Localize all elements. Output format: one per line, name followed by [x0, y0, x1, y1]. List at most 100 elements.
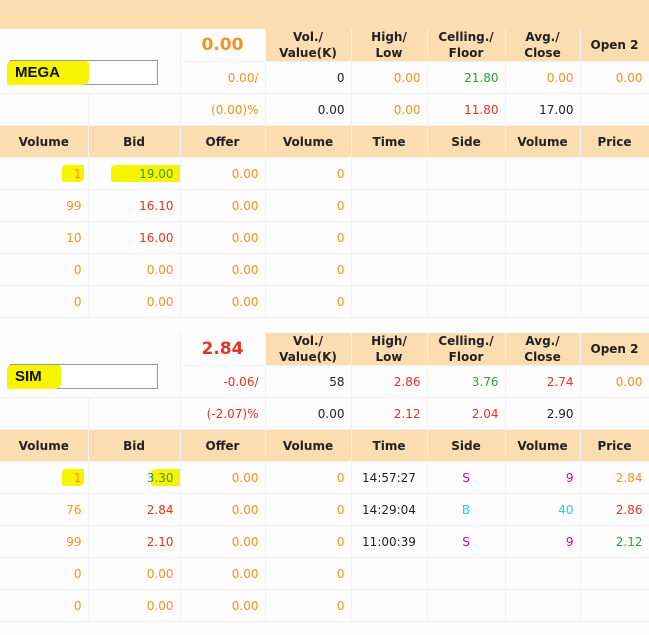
bid-volume: 76 — [0, 493, 89, 526]
low-value: 0.00 — [351, 93, 428, 126]
col-side: Side — [427, 430, 506, 462]
offer-volume: 0 — [265, 253, 352, 286]
offer-price: 0.00 — [180, 221, 266, 254]
bid-volume: 10 — [0, 221, 89, 254]
bid-volume: 0 — [0, 557, 89, 590]
offer-price: 0.00 — [180, 189, 266, 222]
deal-side — [427, 157, 506, 190]
deal-time — [351, 285, 428, 318]
col-time: Time — [351, 430, 428, 462]
header-ceiling-floor: Celling./ Floor — [427, 333, 506, 366]
top-bar — [0, 0, 649, 29]
col-bid-volume: Volume — [0, 430, 89, 462]
header-open2: Open 2 — [580, 333, 649, 366]
deal-volume: 9 — [505, 525, 581, 558]
bid-volume: 99 — [0, 189, 89, 222]
header-high-low: High/ Low — [351, 29, 428, 62]
deal-volume — [505, 157, 581, 190]
header-avg-close: Avg./ Close — [505, 333, 581, 366]
col-deal-volume: Volume — [505, 430, 581, 462]
col-price: Price — [580, 430, 649, 462]
value-k: 0.00 — [265, 397, 352, 430]
avg-value: 0.00 — [505, 61, 581, 94]
symbol-input[interactable]: MEGA — [7, 59, 158, 85]
empty-cell — [0, 397, 89, 430]
deal-price — [580, 253, 649, 286]
offer-price: 0.00 — [180, 285, 266, 318]
deal-side — [427, 221, 506, 254]
header-ceiling-floor: Celling./ Floor — [427, 29, 506, 62]
col-side: Side — [427, 126, 506, 158]
table-row: 0 0.00 0.00 0 — [0, 253, 649, 286]
floor-value: 11.80 — [427, 93, 506, 126]
offer-volume: 0 — [265, 525, 352, 558]
floor-value: 2.04 — [427, 397, 506, 430]
open2-value: 0.00 — [580, 61, 649, 94]
bid-volume: 1 — [0, 157, 89, 190]
bid-price: 2.84 — [88, 493, 181, 526]
header-open2: Open 2 — [580, 29, 649, 62]
empty-cell — [580, 397, 649, 430]
bid-price: 0.00 — [88, 557, 181, 590]
table-row: 0 0.00 0.00 0 — [0, 285, 649, 318]
deal-time — [351, 157, 428, 190]
deal-side: S — [427, 461, 506, 494]
symbol-text: MEGA — [15, 63, 60, 81]
col-offer-volume: Volume — [265, 430, 352, 462]
deal-volume — [505, 557, 581, 590]
quote-info-table: MEGA 0.00 Vol./ Value(K) High/ Low Celli… — [0, 29, 649, 126]
deal-time — [351, 221, 428, 254]
price-change: 0.00/ — [180, 61, 266, 94]
open2-value: 0.00 — [580, 365, 649, 398]
deal-volume — [505, 589, 581, 622]
deal-price — [580, 589, 649, 622]
bid-price: 16.10 — [88, 189, 181, 222]
bid-volume: 99 — [0, 525, 89, 558]
high-value: 2.86 — [351, 365, 428, 398]
deal-price: 2.12 — [580, 525, 649, 558]
offer-volume: 0 — [265, 189, 352, 222]
ceiling-value: 3.76 — [427, 365, 506, 398]
offer-volume: 0 — [265, 285, 352, 318]
col-time: Time — [351, 126, 428, 158]
bid-price: 0.00 — [88, 285, 181, 318]
offer-price: 0.00 — [180, 557, 266, 590]
deal-time: 11:00:39 — [351, 525, 428, 558]
order-book-header: Volume Bid Offer Volume Time Side Volume… — [0, 126, 649, 158]
deal-volume — [505, 253, 581, 286]
deal-side — [427, 189, 506, 222]
col-offer: Offer — [180, 430, 266, 462]
low-value: 2.12 — [351, 397, 428, 430]
volume-value: 0 — [265, 61, 352, 94]
empty-cell — [0, 93, 89, 126]
offer-volume: 0 — [265, 589, 352, 622]
symbol-input[interactable]: SIM — [7, 363, 158, 389]
header-vol-value: Vol./ Value(K) — [265, 333, 352, 366]
deal-time — [351, 189, 428, 222]
empty-cell — [88, 93, 181, 126]
col-deal-volume: Volume — [505, 126, 581, 158]
deal-price — [580, 285, 649, 318]
deal-volume — [505, 189, 581, 222]
header-vol-value: Vol./ Value(K) — [265, 29, 352, 62]
table-row: 1 3.30 0.00 0 14:57:27 S 9 2.84 — [0, 461, 649, 494]
bid-volume: 1 — [0, 461, 89, 494]
price-change-pct: (-2.07)% — [180, 397, 266, 430]
offer-price: 0.00 — [180, 589, 266, 622]
volume-value: 58 — [265, 365, 352, 398]
offer-price: 0.00 — [180, 493, 266, 526]
price-change: -0.06/ — [180, 365, 266, 398]
table-row: 99 2.10 0.00 0 11:00:39 S 9 2.12 — [0, 525, 649, 558]
quote-panel-sim: SIM 2.84 Vol./ Value(K) High/ Low Cellin… — [0, 333, 649, 622]
avg-value: 2.74 — [505, 365, 581, 398]
symbol-cell: MEGA — [0, 29, 181, 94]
offer-volume: 0 — [265, 221, 352, 254]
deal-side: B — [427, 493, 506, 526]
order-book-table: Volume Bid Offer Volume Time Side Volume… — [0, 430, 649, 622]
order-book-header: Volume Bid Offer Volume Time Side Volume… — [0, 430, 649, 462]
offer-price: 0.00 — [180, 461, 266, 494]
deal-side — [427, 253, 506, 286]
deal-side: S — [427, 525, 506, 558]
deal-price — [580, 189, 649, 222]
deal-time: 14:29:04 — [351, 493, 428, 526]
